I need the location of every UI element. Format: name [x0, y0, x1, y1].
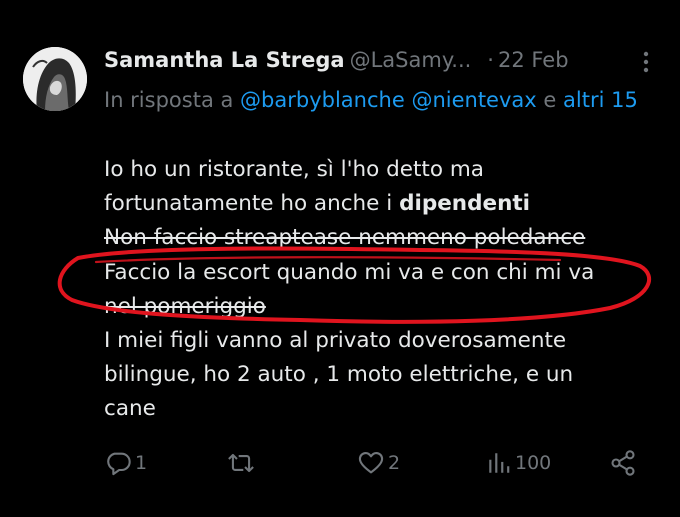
like-button[interactable]: 2 — [357, 445, 400, 481]
bold-text: dipendenti — [399, 191, 531, 217]
tweet-date[interactable]: 22 Feb — [498, 48, 569, 72]
strikethrough-line: nel pomeriggio — [104, 293, 266, 319]
retweet-button[interactable] — [226, 445, 259, 481]
avatar[interactable] — [23, 47, 87, 111]
author-handle[interactable]: @LaSamy... — [350, 48, 472, 72]
tweet: Samantha La Strega @LaSamy... · 22 Feb In r… — [0, 0, 680, 517]
heart-icon — [357, 449, 385, 477]
views-count: 100 — [515, 452, 552, 474]
tweet-line-text: fortunatamente ho anche i — [104, 191, 400, 217]
reply-button[interactable]: 1 — [104, 445, 147, 481]
share-button[interactable] — [609, 445, 637, 481]
tweet-line: bilingue, ho 2 auto , 1 moto elettriche,… — [104, 362, 574, 388]
tweet-line: I miei figli vanno al privato doverosame… — [104, 328, 567, 354]
views-icon — [486, 449, 512, 477]
tweet-actions: 1 2 100 — [0, 445, 680, 481]
tweet-header: Samantha La Strega @LaSamy... · 22 Feb — [104, 44, 569, 76]
mention-link[interactable]: @barbyblanche — [240, 88, 405, 112]
avatar-image — [23, 47, 87, 111]
tweet-line: fortunatamente ho anche i dipendenti — [104, 187, 664, 221]
reply-context: In risposta a @barbyblanche @nientevax e… — [104, 83, 644, 117]
more-vertical-icon[interactable] — [639, 50, 653, 74]
reply-connector: e — [543, 88, 557, 112]
reply-others-link[interactable]: altri 15 — [563, 88, 638, 112]
strikethrough-line: Non faccio streaptease nemmeno poledance — [104, 225, 586, 251]
tweet-text: Io ho un ristorante, sì l'ho detto ma fo… — [104, 153, 664, 427]
like-count: 2 — [388, 452, 401, 474]
share-icon — [609, 449, 637, 477]
tweet-line: Faccio la escort quando mi va e con chi … — [104, 259, 595, 285]
author-name[interactable]: Samantha La Strega — [104, 48, 345, 72]
reply-icon — [104, 449, 132, 477]
separator-dot: · — [487, 48, 494, 72]
tweet-line: cane — [104, 396, 156, 422]
retweet-icon — [226, 449, 256, 477]
reply-count: 1 — [135, 452, 148, 474]
views-button[interactable]: 100 — [486, 445, 551, 481]
reply-prefix: In risposta a — [104, 88, 234, 112]
mention-link[interactable]: @nientevax — [411, 88, 536, 112]
tweet-line: Io ho un ristorante, sì l'ho detto ma — [104, 157, 484, 182]
